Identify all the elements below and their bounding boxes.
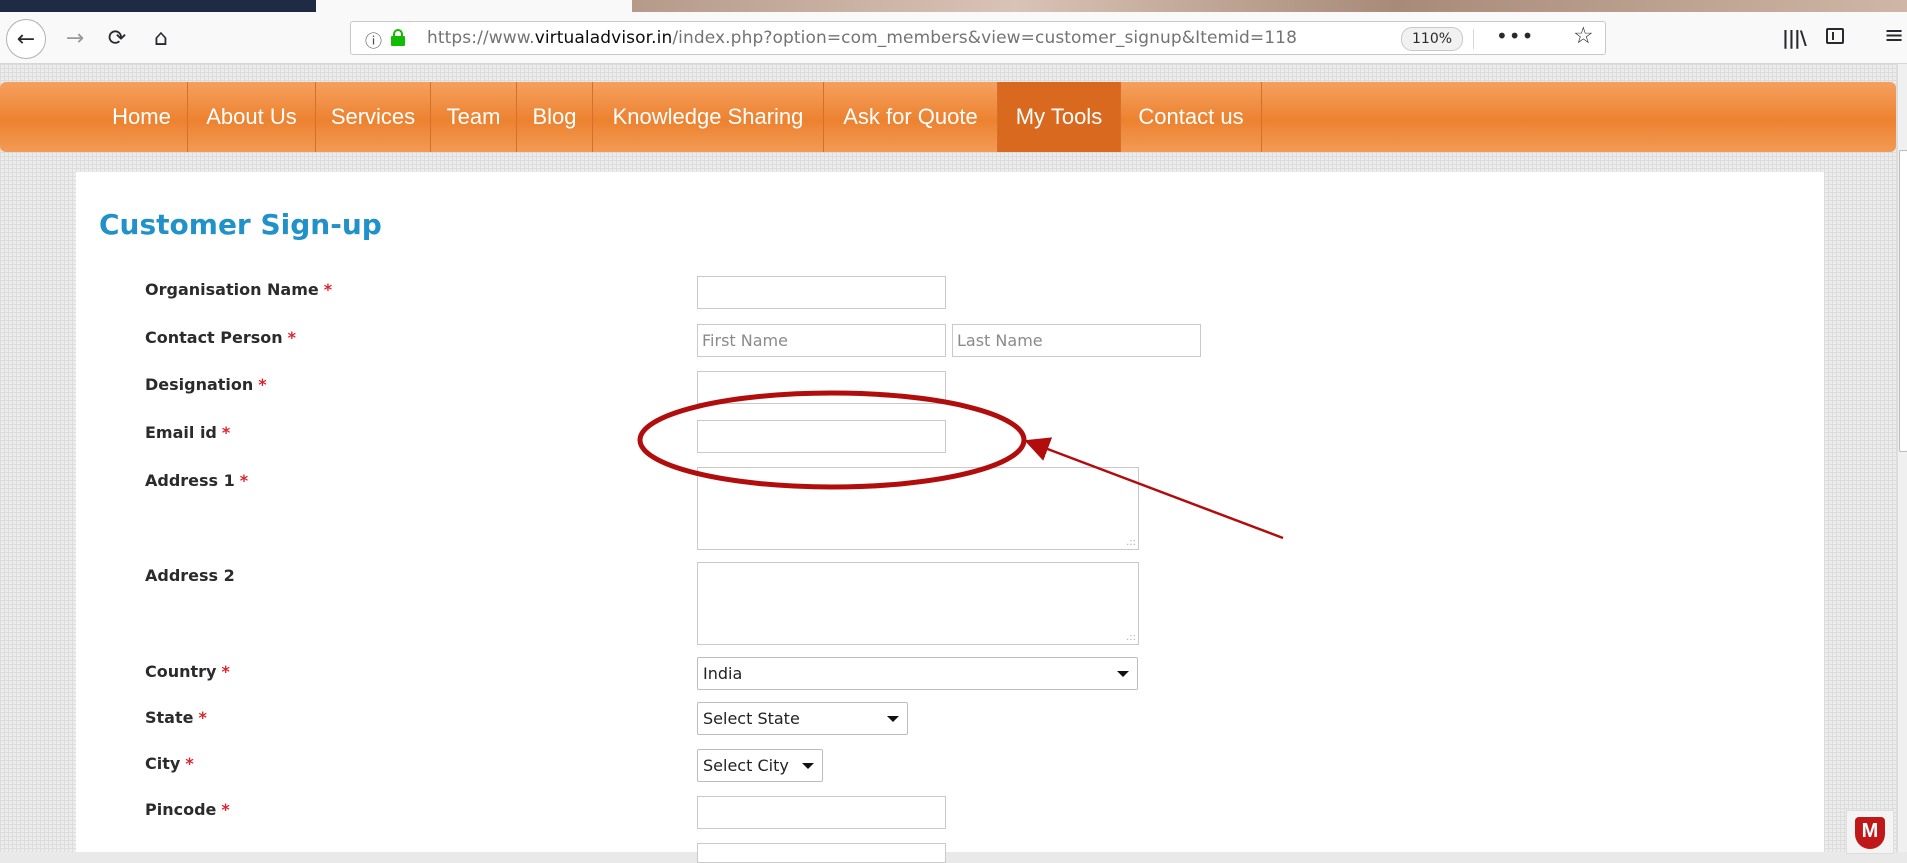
address-1-textarea[interactable]: .:: <box>697 467 1139 550</box>
organisation-name-input[interactable] <box>697 276 946 309</box>
required-marker: * <box>198 708 207 727</box>
chevron-down-icon <box>802 763 814 769</box>
country-label: Country * <box>145 662 230 681</box>
tab-background-image <box>632 0 1907 12</box>
home-button[interactable]: ⌂ <box>144 21 178 55</box>
country-select[interactable]: India <box>697 657 1138 690</box>
library-icon[interactable]: |||\ <box>1782 27 1807 49</box>
pocket-icon[interactable] <box>1535 28 1557 48</box>
nav-team[interactable]: Team <box>431 82 517 152</box>
required-marker: * <box>221 423 231 442</box>
browser-toolbar: ← → ⟳ ⌂ ⓘ https://www.virtualadvisor.in/… <box>0 13 1907 64</box>
country-value: India <box>703 664 743 683</box>
contact-person-label: Contact Person * <box>145 328 297 347</box>
mcafee-shield: M <box>1855 817 1885 849</box>
mcafee-icon[interactable]: M <box>1846 810 1894 854</box>
address-2-label: Address 2 <box>145 566 235 585</box>
city-select[interactable]: Select City <box>697 749 823 782</box>
reload-button[interactable]: ⟳ <box>100 21 134 55</box>
nav-ask-for-quote[interactable]: Ask for Quote <box>824 82 998 152</box>
home-icon: ⌂ <box>154 25 168 51</box>
required-marker: * <box>221 800 230 819</box>
back-button[interactable]: ← <box>6 19 46 59</box>
resize-grip[interactable]: .:: <box>1126 538 1136 548</box>
resize-grip[interactable]: .:: <box>1126 633 1136 643</box>
required-marker: * <box>287 328 297 347</box>
sidebar-icon[interactable] <box>1826 28 1844 44</box>
address-bar[interactable]: ⓘ https://www.virtualadvisor.in/index.ph… <box>350 21 1606 55</box>
designation-label: Designation * <box>145 375 267 394</box>
hamburger-menu-icon[interactable]: ≡ <box>1884 21 1904 49</box>
required-marker: * <box>323 280 333 299</box>
designation-input[interactable] <box>697 371 946 404</box>
url-path: /index.php?option=com_members&view=custo… <box>672 28 1298 48</box>
star-icon[interactable]: ☆ <box>1573 23 1594 49</box>
arrow-right-icon: → <box>65 25 85 51</box>
forward-button[interactable]: → <box>58 21 92 55</box>
pincode-input[interactable] <box>697 796 946 829</box>
first-name-input[interactable] <box>697 324 946 357</box>
organisation-name-label: Organisation Name * <box>145 280 333 299</box>
site-navbar: Home About Us Services Team Blog Knowled… <box>0 82 1896 152</box>
page-title: Customer Sign-up <box>99 208 382 241</box>
nav-blog[interactable]: Blog <box>517 82 593 152</box>
required-marker: * <box>185 754 194 773</box>
nav-home[interactable]: Home <box>96 82 188 152</box>
mobile-input[interactable] <box>697 843 946 863</box>
email-input[interactable] <box>697 420 946 453</box>
zoom-level-button[interactable]: 110% <box>1401 27 1464 51</box>
nav-about-us[interactable]: About Us <box>188 82 316 152</box>
url-domain: virtualadvisor.in <box>534 28 673 48</box>
required-marker: * <box>239 471 249 490</box>
required-marker: * <box>221 662 230 681</box>
url-text[interactable]: https://www.virtualadvisor.in/index.php?… <box>427 28 1297 48</box>
address-1-label: Address 1 * <box>145 471 249 490</box>
nav-contact-us[interactable]: Contact us <box>1121 82 1262 152</box>
scrollbar-thumb[interactable] <box>1899 150 1907 452</box>
nav-my-tools[interactable]: My Tools <box>998 82 1121 152</box>
address-2-textarea[interactable]: .:: <box>697 562 1139 645</box>
required-marker: * <box>258 375 267 394</box>
chevron-down-icon <box>1117 671 1129 677</box>
state-value: Select State <box>703 709 800 728</box>
nav-knowledge-sharing[interactable]: Knowledge Sharing <box>593 82 824 152</box>
chevron-down-icon <box>887 716 899 722</box>
email-label: Email id * <box>145 423 231 442</box>
info-icon[interactable]: ⓘ <box>365 27 382 52</box>
last-name-input[interactable] <box>952 324 1201 357</box>
ellipsis-icon[interactable]: ••• <box>1496 24 1534 48</box>
nav-services[interactable]: Services <box>316 82 431 152</box>
city-label: City * <box>145 754 194 773</box>
url-prefix: https://www. <box>427 28 535 48</box>
state-select[interactable]: Select State <box>697 702 908 735</box>
pincode-label: Pincode * <box>145 800 230 819</box>
lock-icon[interactable] <box>391 29 405 47</box>
city-value: Select City <box>703 756 789 775</box>
state-label: State * <box>145 708 207 727</box>
url-divider <box>1473 29 1474 49</box>
active-tab[interactable] <box>0 0 316 12</box>
reload-icon: ⟳ <box>107 25 127 51</box>
arrow-left-icon: ← <box>16 26 36 52</box>
